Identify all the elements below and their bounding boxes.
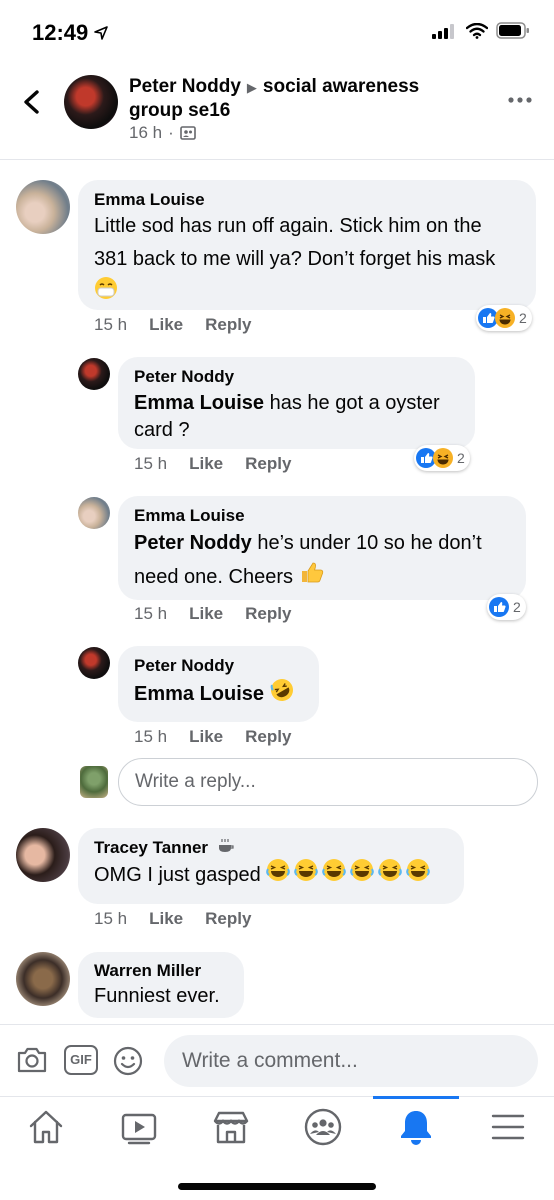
like-button[interactable]: Like <box>189 454 223 474</box>
thumbs-up-emoji-icon <box>299 560 325 595</box>
comment-time: 15 h <box>94 909 128 928</box>
status-icons <box>432 22 530 39</box>
mention-link[interactable]: Emma Louise <box>134 392 264 414</box>
commenter-name[interactable]: Peter Noddy <box>134 367 459 387</box>
current-user-avatar <box>80 766 108 798</box>
watch-tab-icon[interactable] <box>119 1107 159 1147</box>
marketplace-tab-icon[interactable] <box>211 1107 251 1147</box>
status-bar: 12:49 <box>0 0 554 60</box>
like-button[interactable]: Like <box>149 315 183 335</box>
reply-button[interactable]: Reply <box>245 454 291 474</box>
group-audience-icon <box>179 126 196 140</box>
commenter-avatar[interactable] <box>78 358 110 390</box>
reply-button[interactable]: Reply <box>245 604 291 624</box>
wifi-icon <box>466 22 488 39</box>
commenter-avatar[interactable] <box>78 497 110 529</box>
reaction-count: 2 <box>513 599 521 615</box>
notifications-tab-icon[interactable] <box>396 1107 436 1147</box>
comment-text: Little sod has run off again. Stick him … <box>94 210 520 311</box>
reaction-count: 2 <box>457 450 465 466</box>
cellular-signal-icon <box>432 23 454 39</box>
more-options-icon[interactable] <box>508 96 532 104</box>
comment-time: 15 h <box>134 604 168 623</box>
comment-text: OMG I just gasped <box>94 858 448 893</box>
commenter-name[interactable]: Warren Miller <box>94 961 228 981</box>
reply-button[interactable]: Reply <box>205 315 251 335</box>
mask-face-emoji-icon <box>94 276 118 311</box>
like-button[interactable]: Like <box>189 727 223 747</box>
commenter-avatar[interactable] <box>78 647 110 679</box>
like-reaction-icon <box>489 597 509 617</box>
commenter-avatar[interactable] <box>16 952 70 1006</box>
comment-bubble[interactable]: Peter Noddy Emma Louise <box>118 646 319 722</box>
comment-actions: 15 h Like Reply <box>94 315 251 335</box>
battery-icon <box>496 22 529 39</box>
comment-actions: 15 h Like Reply <box>94 909 251 929</box>
commenter-name[interactable]: Tracey Tanner <box>94 838 448 858</box>
camera-icon[interactable] <box>16 1045 48 1075</box>
gif-icon[interactable]: GIF <box>64 1045 98 1075</box>
comment-bubble[interactable]: Warren Miller Funniest ever. <box>78 952 244 1018</box>
rofl-emoji-icon <box>270 678 294 711</box>
comment-text: Peter Noddy he’s under 10 so he don’t ne… <box>134 527 510 595</box>
comment-actions: 15 h Like Reply <box>134 454 291 474</box>
author-avatar[interactable] <box>64 75 118 129</box>
reaction-count: 2 <box>519 310 527 326</box>
home-indicator <box>178 1183 376 1190</box>
reply-input[interactable]: Write a reply... <box>118 758 538 806</box>
comment-bubble[interactable]: Peter Noddy Emma Louise has he got a oys… <box>118 357 475 449</box>
comment-placeholder: Write a comment... <box>182 1049 358 1072</box>
comment-time: 15 h <box>134 454 168 473</box>
author-name[interactable]: Peter Noddy <box>129 76 241 97</box>
post-time: 16 h <box>129 123 163 142</box>
reply-button[interactable]: Reply <box>205 909 251 929</box>
like-button[interactable]: Like <box>149 909 183 929</box>
commenter-name[interactable]: Emma Louise <box>134 506 510 526</box>
comment-list[interactable]: Emma Louise Little sod has run off again… <box>0 162 554 1024</box>
comment-bubble[interactable]: Emma Louise Little sod has run off again… <box>78 180 536 310</box>
mention-link[interactable]: Peter Noddy <box>134 532 252 554</box>
post-header: Peter Noddy ▶ social awareness group se16 … <box>0 60 554 160</box>
commenter-name[interactable]: Emma Louise <box>94 190 520 210</box>
tears-of-joy-emoji-icon <box>266 858 434 893</box>
home-tab-icon[interactable] <box>26 1107 66 1147</box>
comment-text: Emma Louise has he got a oyster card ? <box>134 392 440 441</box>
haha-reaction-icon <box>433 448 453 468</box>
comment-composer: GIF Write a comment... <box>0 1024 554 1096</box>
reaction-summary[interactable]: 2 <box>476 305 532 331</box>
reply-button[interactable]: Reply <box>245 727 291 747</box>
comment-bubble[interactable]: Emma Louise Peter Noddy he’s under 10 so… <box>118 496 526 600</box>
post-title[interactable]: Peter Noddy ▶ social awareness group se16 <box>129 75 439 122</box>
commenter-name[interactable]: Peter Noddy <box>134 656 303 676</box>
menu-tab-icon[interactable] <box>488 1107 528 1147</box>
commenter-avatar[interactable] <box>16 180 70 234</box>
reply-placeholder: Write a reply... <box>135 771 256 792</box>
comment-time: 15 h <box>94 315 128 334</box>
emoji-icon[interactable] <box>112 1045 144 1077</box>
comment-input[interactable]: Write a comment... <box>164 1035 538 1087</box>
mention-link[interactable]: Emma Louise <box>134 683 264 705</box>
meta-dot: · <box>168 123 174 142</box>
haha-reaction-icon <box>495 308 515 328</box>
post-meta: 16 h · <box>129 123 196 143</box>
reaction-summary[interactable]: 2 <box>487 594 526 620</box>
status-time: 12:49 <box>32 20 89 45</box>
comment-bubble[interactable]: Tracey Tanner OMG I just gasped <box>78 828 464 904</box>
location-arrow-icon <box>94 26 108 40</box>
like-button[interactable]: Like <box>189 604 223 624</box>
comment-actions: 15 h Like Reply <box>134 727 291 747</box>
comment-actions: 15 h Like Reply <box>134 604 291 624</box>
commenter-avatar[interactable] <box>16 828 70 882</box>
groups-tab-icon[interactable] <box>303 1107 343 1147</box>
back-chevron-icon[interactable] <box>18 88 46 116</box>
active-tab-indicator <box>373 1096 459 1099</box>
reaction-summary[interactable]: 2 <box>414 445 470 471</box>
comment-text: Emma Louise <box>134 678 303 711</box>
comment-text: Funniest ever. <box>94 985 220 1007</box>
arrow-right-icon: ▶ <box>246 80 257 95</box>
comment-time: 15 h <box>134 727 168 746</box>
coffee-badge-icon <box>218 839 234 852</box>
